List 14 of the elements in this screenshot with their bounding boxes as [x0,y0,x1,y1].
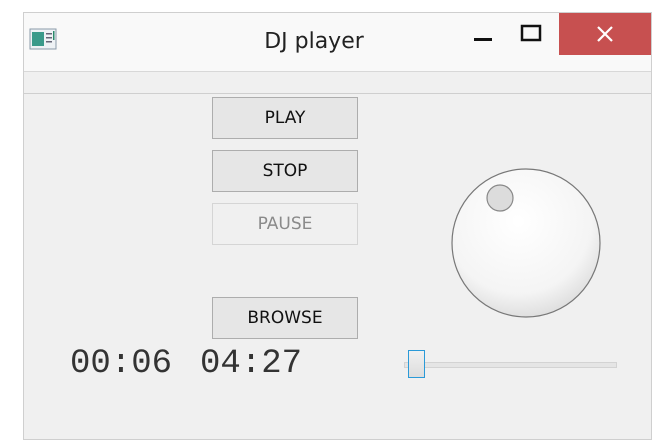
push-button[interactable]: PLAY [212,97,358,139]
push-button[interactable]: BROWSE [212,297,358,339]
close-icon [596,25,614,43]
close-button[interactable] [559,13,651,55]
slider-handle[interactable] [408,350,426,378]
dial-knob[interactable] [449,166,603,320]
minimize-icon [474,38,492,40]
maximize-icon [520,24,542,44]
window-title: DJ player [263,29,365,54]
total-time: 04:27 [200,345,302,383]
elapsed-time: 00:06 [70,345,172,383]
push-button[interactable]: STOP [212,150,358,192]
position-slider[interactable] [404,350,618,378]
app-icon [29,28,57,50]
